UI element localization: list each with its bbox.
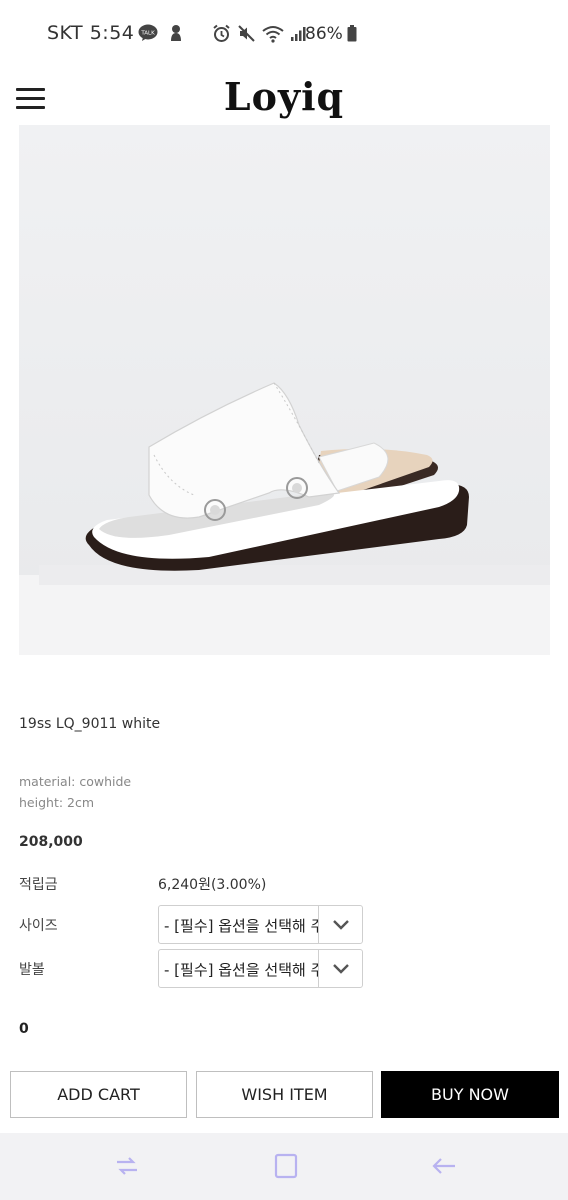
recent-apps-icon[interactable]: [113, 1153, 143, 1181]
total-quantity: 0: [19, 1021, 29, 1037]
mute-icon: [237, 24, 256, 43]
home-icon[interactable]: [272, 1153, 302, 1181]
alarm-icon: [212, 24, 231, 43]
site-logo[interactable]: Loyiq: [0, 74, 568, 119]
product-description: material: cowhide height: 2cm: [19, 771, 131, 813]
size-select[interactable]: - [필수] 옵션을 선택해 주세요 -: [158, 905, 363, 944]
site-header: Loyiq: [0, 68, 568, 128]
points-label: 적립금: [19, 877, 58, 893]
status-bar: SKT 5:54 TALK 86%: [0, 0, 568, 68]
system-icons: [212, 24, 306, 43]
product-image: [19, 125, 550, 655]
signal-icon: [290, 26, 306, 42]
size-label: 사이즈: [19, 918, 58, 934]
clock-label: 5:54: [89, 22, 135, 44]
carrier-label: SKT: [47, 22, 84, 44]
width-label: 발볼: [19, 962, 45, 978]
wifi-icon: [262, 25, 284, 43]
buy-now-button[interactable]: BUY NOW: [381, 1071, 559, 1118]
add-cart-button[interactable]: ADD CART: [10, 1071, 187, 1118]
points-value: 6,240원(3.00%): [158, 877, 267, 893]
chevron-down-icon[interactable]: [318, 950, 362, 987]
width-selected-value: - [필수] 옵션을 선택해 주세요 -: [164, 961, 319, 979]
svg-text:TALK: TALK: [140, 31, 155, 37]
width-select[interactable]: - [필수] 옵션을 선택해 주세요 -: [158, 949, 363, 988]
mascot-icon: [168, 24, 184, 42]
product-material: material: cowhide: [19, 774, 132, 789]
wish-item-button[interactable]: WISH ITEM: [196, 1071, 373, 1118]
system-nav-bar: [0, 1133, 568, 1200]
size-selected-value: - [필수] 옵션을 선택해 주세요 -: [164, 917, 319, 935]
status-carrier-time: SKT 5:54: [47, 22, 134, 44]
battery-icon: [347, 25, 357, 42]
battery-percent: 86%: [305, 24, 343, 44]
back-icon[interactable]: [430, 1153, 460, 1181]
product-height: height: 2cm: [19, 795, 95, 810]
talk-icon: TALK: [138, 24, 158, 42]
product-name: 19ss LQ_9011 white: [19, 716, 161, 732]
notification-icons: TALK: [138, 24, 184, 42]
chevron-down-icon[interactable]: [318, 906, 362, 943]
product-price: 208,000: [19, 834, 83, 850]
